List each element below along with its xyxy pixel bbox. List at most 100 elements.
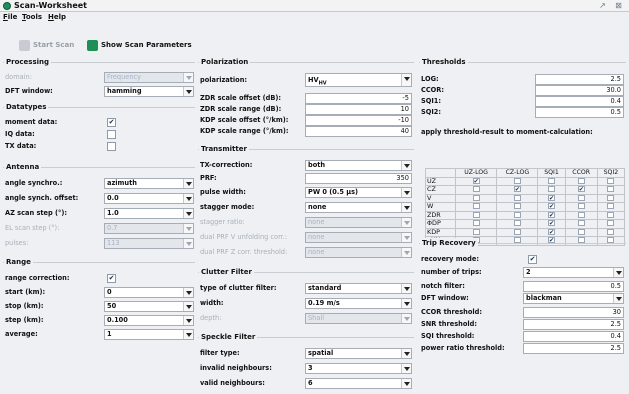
trip-dft-select[interactable]: blackman xyxy=(523,293,624,304)
step-km-field[interactable]: 0.100 xyxy=(104,315,194,326)
matrix-checkbox[interactable] xyxy=(472,186,480,193)
prf-field[interactable]: 350 xyxy=(305,173,412,184)
matrix-checkbox[interactable] xyxy=(513,177,521,184)
matrix-checkbox[interactable] xyxy=(513,211,521,218)
domain-label: domain: xyxy=(5,73,32,81)
notch-filter-field[interactable]: 0.5 xyxy=(523,281,624,292)
matrix-checkbox[interactable]: ✔ xyxy=(513,186,521,193)
clutter-depth-select[interactable]: Shall xyxy=(305,313,412,324)
clutter-width-select[interactable]: 0.19 m/s xyxy=(305,298,412,309)
matrix-checkbox[interactable] xyxy=(472,194,480,201)
matrix-cell xyxy=(496,202,539,212)
angle-offset-field[interactable]: 0.0 xyxy=(104,193,194,204)
close-icon[interactable]: ⊠ xyxy=(614,1,623,10)
angle-synchro-select[interactable]: azimuth xyxy=(104,178,194,189)
matrix-checkbox[interactable]: ✔ xyxy=(548,220,555,227)
matrix-checkbox[interactable]: ✔ xyxy=(472,177,480,184)
filter-type-select[interactable]: spatial xyxy=(305,348,412,359)
menu-tools[interactable]: Tools xyxy=(22,13,42,22)
matrix-checkbox[interactable] xyxy=(607,203,615,210)
matrix-checkbox[interactable] xyxy=(472,220,480,227)
matrix-checkbox[interactable] xyxy=(607,211,615,218)
matrix-checkbox[interactable] xyxy=(577,220,585,227)
stop-km-field[interactable]: 50 xyxy=(104,301,194,312)
step-km-label: step (km): xyxy=(5,316,44,324)
stagger-mode-select[interactable]: none xyxy=(305,202,412,213)
az-step-field[interactable]: 1.0 xyxy=(104,208,194,219)
average-field[interactable]: 1 xyxy=(104,329,194,340)
matrix-checkbox[interactable] xyxy=(577,194,585,201)
matrix-checkbox[interactable]: ✔ xyxy=(548,211,555,218)
matrix-checkbox[interactable] xyxy=(548,177,555,184)
matrix-checkbox[interactable] xyxy=(607,186,615,193)
matrix-checkbox[interactable]: ✔ xyxy=(548,228,555,235)
matrix-cell xyxy=(564,176,598,186)
dual-prf-v-label: dual PRF V unfolding corr.: xyxy=(200,233,288,241)
kdp-offset-field[interactable]: -10 xyxy=(305,115,412,126)
show-scan-parameters-button[interactable]: Show Scan Parameters xyxy=(87,38,192,52)
zdr-offset-field[interactable]: -5 xyxy=(305,93,412,104)
dft-window-select[interactable]: hamming xyxy=(104,86,194,97)
apply-threshold-label: apply threshold-result to moment-calcula… xyxy=(421,128,593,136)
stagger-ratio-select[interactable]: none xyxy=(305,217,412,228)
matrix-checkbox[interactable] xyxy=(607,228,615,235)
ccor-field[interactable]: 30.0 xyxy=(535,85,624,96)
menu-file[interactable]: File xyxy=(3,13,17,22)
dual-prf-v-select[interactable]: none xyxy=(305,232,412,243)
domain-select[interactable]: Frequency xyxy=(104,72,194,83)
invalid-neighbours-select[interactable]: 3 xyxy=(305,363,412,374)
matrix-checkbox[interactable] xyxy=(607,194,615,201)
matrix-checkbox[interactable] xyxy=(577,228,585,235)
tx-data-checkbox[interactable] xyxy=(107,142,116,151)
menu-help[interactable]: Help xyxy=(48,13,66,22)
sqi2-field[interactable]: 0.5 xyxy=(535,107,624,118)
log-field[interactable]: 2.5 xyxy=(535,74,624,85)
number-of-trips-select[interactable]: 2 xyxy=(523,267,624,278)
valid-neighbours-select[interactable]: 6 xyxy=(305,378,412,389)
ccor-threshold-field[interactable]: 30 xyxy=(523,307,624,318)
matrix-checkbox[interactable]: ✔ xyxy=(577,186,585,193)
restore-icon[interactable]: ↗ xyxy=(598,1,607,10)
matrix-checkbox[interactable] xyxy=(513,220,521,227)
start-km-label: start (km): xyxy=(5,288,46,296)
sqi1-field[interactable]: 0.4 xyxy=(535,96,624,107)
chevron-down-icon xyxy=(401,349,411,358)
matrix-checkbox[interactable] xyxy=(607,177,615,184)
pulse-width-select[interactable]: PW 0 (0.5 µs) xyxy=(305,187,412,198)
iq-data-checkbox[interactable] xyxy=(107,130,116,139)
matrix-checkbox[interactable] xyxy=(577,177,585,184)
matrix-checkbox[interactable] xyxy=(472,203,480,210)
matrix-checkbox[interactable] xyxy=(607,220,615,227)
matrix-checkbox[interactable] xyxy=(472,228,480,235)
matrix-checkbox[interactable]: ✔ xyxy=(548,203,555,210)
start-km-field[interactable]: 0 xyxy=(104,287,194,298)
kdp-range-field[interactable]: 40 xyxy=(305,126,412,137)
range-correction-checkbox[interactable]: ✔ xyxy=(107,274,116,283)
el-step-field[interactable]: 0.7 xyxy=(104,223,194,234)
clutter-type-select[interactable]: standard xyxy=(305,283,412,294)
pulses-field[interactable]: 113 xyxy=(104,238,194,249)
filter-type-label: filter type: xyxy=(200,349,240,357)
tx-data-label: TX data: xyxy=(5,142,37,150)
dual-prf-z-select[interactable]: none xyxy=(305,247,412,258)
recovery-mode-checkbox[interactable]: ✔ xyxy=(528,255,537,264)
zdr-range-field[interactable]: 10 xyxy=(305,104,412,115)
matrix-checkbox[interactable] xyxy=(513,203,521,210)
el-step-label: EL scan step (°): xyxy=(5,224,60,232)
tx-correction-select[interactable]: both xyxy=(305,160,412,171)
power-ratio-field[interactable]: 2.5 xyxy=(523,343,624,354)
polarization-select[interactable]: HVHV xyxy=(305,73,412,87)
matrix-checkbox[interactable] xyxy=(548,186,555,193)
valid-neighbours-label: valid neighbours: xyxy=(200,379,265,387)
matrix-checkbox[interactable] xyxy=(472,211,480,218)
matrix-checkbox[interactable] xyxy=(513,228,521,235)
start-scan-button[interactable]: Start Scan xyxy=(19,38,74,52)
matrix-checkbox[interactable]: ✔ xyxy=(548,194,555,201)
matrix-checkbox[interactable] xyxy=(577,211,585,218)
sqi-threshold-field[interactable]: 0.4 xyxy=(523,331,624,342)
matrix-checkbox[interactable] xyxy=(577,203,585,210)
snr-threshold-field[interactable]: 2.5 xyxy=(523,319,624,330)
moment-data-checkbox[interactable]: ✔ xyxy=(107,118,116,127)
matrix-cell: ✔ xyxy=(537,227,566,237)
matrix-checkbox[interactable] xyxy=(513,194,521,201)
